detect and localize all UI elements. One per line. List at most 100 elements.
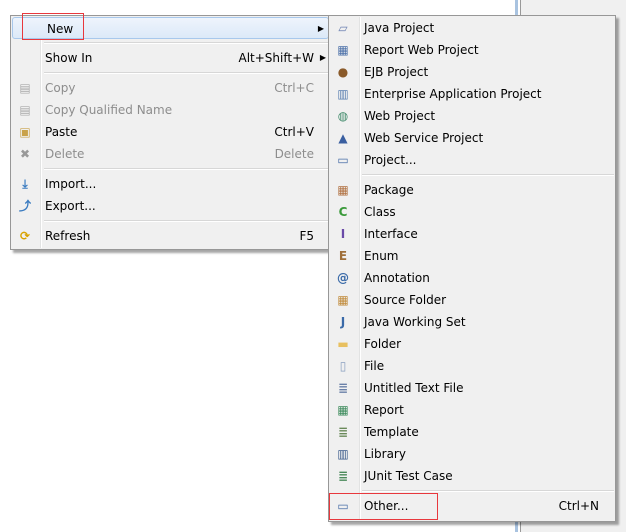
menu-item-label: Folder — [364, 337, 402, 351]
menu-item-label: Enterprise Application Project — [364, 87, 542, 101]
template-icon: ≣ — [337, 425, 349, 439]
menu-item-report[interactable]: ▦ Report — [329, 399, 615, 421]
source-folder-icon: ▦ — [337, 293, 349, 307]
menu-item-interface[interactable]: I Interface — [329, 223, 615, 245]
menu-separator — [11, 39, 330, 47]
shortcut-label: Ctrl+C — [274, 81, 314, 95]
menu-item-ejb-project[interactable]: ● EJB Project — [329, 61, 615, 83]
menu-item-web-service-project[interactable]: ▲ Web Service Project — [329, 127, 615, 149]
report-web-project-icon: ▦ — [337, 43, 349, 57]
shortcut-label: Ctrl+N — [558, 499, 599, 513]
menu-item-label: Source Folder — [364, 293, 447, 307]
menu-item-annotation[interactable]: @ Annotation — [329, 267, 615, 289]
menu-item-refresh[interactable]: ⟳ Refresh F5 — [11, 225, 330, 247]
menu-item-package[interactable]: ▦ Package — [329, 179, 615, 201]
menu-item-label: Class — [364, 205, 396, 219]
menu-item-label: Report — [364, 403, 404, 417]
menu-item-untitled-text-file[interactable]: ≣ Untitled Text File — [329, 377, 615, 399]
menu-item-enum[interactable]: E Enum — [329, 245, 615, 267]
web-service-project-icon: ▲ — [338, 131, 348, 145]
menu-item-label: Package — [364, 183, 414, 197]
menu-item-label: Copy Qualified Name — [45, 103, 173, 117]
shortcut-label: F5 — [299, 229, 314, 243]
menu-item-label: Project... — [364, 153, 417, 167]
menu-item-label: Java Project — [364, 21, 435, 35]
menu-item-project[interactable]: ▭ Project... — [329, 149, 615, 171]
menu-item-label: Import... — [45, 177, 97, 191]
ejb-project-icon: ● — [337, 65, 349, 79]
package-icon: ▦ — [337, 183, 349, 197]
menu-separator — [11, 165, 330, 173]
menu-item-java-project[interactable]: ▱ Java Project — [329, 17, 615, 39]
new-submenu: ▱ Java Project ▦ Report Web Project ● EJB Pro… — [328, 15, 616, 522]
file-icon: ▯ — [339, 359, 347, 373]
shortcut-label: Alt+Shift+W — [238, 51, 315, 65]
menu-item-label: Web Project — [364, 109, 436, 123]
menu-item-java-working-set[interactable]: J Java Working Set — [329, 311, 615, 333]
folder-icon: ▬ — [337, 337, 349, 351]
menu-item-report-web-project[interactable]: ▦ Report Web Project — [329, 39, 615, 61]
copy-icon: ▤ — [19, 81, 31, 95]
menu-item-label: Untitled Text File — [364, 381, 464, 395]
menu-item-template[interactable]: ≣ Template — [329, 421, 615, 443]
library-icon: ▥ — [337, 447, 349, 461]
menu-item-label: EJB Project — [364, 65, 429, 79]
web-project-icon: ◍ — [337, 109, 349, 123]
menu-item-export[interactable]: ⤴ Export... — [11, 195, 330, 217]
menu-item-copy-qualified-name[interactable]: ▤ Copy Qualified Name — [11, 99, 330, 121]
menu-item-label: Report Web Project — [364, 43, 479, 57]
menu-item-junit-test-case[interactable]: ≣ JUnit Test Case — [329, 465, 615, 487]
project-icon: ▭ — [337, 153, 349, 167]
menu-item-label: Template — [364, 425, 419, 439]
delete-icon: ✖ — [19, 147, 31, 161]
menu-item-delete[interactable]: ✖ Delete Delete — [11, 143, 330, 165]
java-project-icon: ▱ — [338, 21, 348, 35]
menu-item-paste[interactable]: ▣ Paste Ctrl+V — [11, 121, 330, 143]
menu-item-label: Delete — [45, 147, 85, 161]
menu-item-label: Java Working Set — [364, 315, 466, 329]
untitled-text-file-icon: ≣ — [337, 381, 349, 395]
menu-item-label: Web Service Project — [364, 131, 484, 145]
menu-item-class[interactable]: C Class — [329, 201, 615, 223]
menu-item-label: Refresh — [45, 229, 91, 243]
class-icon: C — [338, 205, 348, 219]
menu-item-label: Show In — [45, 51, 93, 65]
import-icon: ⤓ — [22, 177, 28, 191]
menu-item-import[interactable]: ⤓ Import... — [11, 173, 330, 195]
menu-item-library[interactable]: ▥ Library — [329, 443, 615, 465]
menu-item-web-project[interactable]: ◍ Web Project — [329, 105, 615, 127]
menu-item-file[interactable]: ▯ File — [329, 355, 615, 377]
interface-icon: I — [340, 227, 346, 241]
menu-item-enterprise-application-project[interactable]: ▥ Enterprise Application Project — [329, 83, 615, 105]
enum-icon: E — [338, 249, 348, 263]
paste-icon: ▣ — [19, 125, 31, 139]
export-icon: ⤴ — [18, 199, 31, 213]
submenu-arrow-icon: ▶ — [319, 53, 326, 62]
menu-item-source-folder[interactable]: ▦ Source Folder — [329, 289, 615, 311]
enterprise-application-project-icon: ▥ — [337, 87, 349, 101]
annotation-icon: @ — [337, 271, 349, 285]
menu-item-copy[interactable]: ▤ Copy Ctrl+C — [11, 77, 330, 99]
menu-item-folder[interactable]: ▬ Folder — [329, 333, 615, 355]
copy-qualified-name-icon: ▤ — [19, 103, 31, 117]
menu-separator — [11, 69, 330, 77]
menu-item-label: Copy — [45, 81, 76, 95]
menu-item-show-in[interactable]: Show In Alt+Shift+W ▶ — [11, 47, 330, 69]
menu-item-label: Export... — [45, 199, 96, 213]
menu-item-label: Enum — [364, 249, 399, 263]
menu-item-label: Library — [364, 447, 406, 461]
java-working-set-icon: J — [340, 315, 346, 329]
shortcut-label: Ctrl+V — [274, 125, 314, 139]
menu-item-label: Paste — [45, 125, 78, 139]
menu-item-label: Annotation — [364, 271, 430, 285]
menu-separator — [329, 171, 615, 179]
submenu-arrow-icon: ▶ — [317, 24, 324, 33]
shortcut-label: Delete — [274, 147, 314, 161]
menu-separator — [11, 217, 330, 225]
menu-item-label: Interface — [364, 227, 418, 241]
context-menu: New ▶ Show In Alt+Shift+W ▶ ▤ Copy Ctrl+C ▤ Copy … — [10, 15, 331, 250]
menu-item-label: JUnit Test Case — [364, 469, 453, 483]
annotation-box-other — [329, 493, 438, 520]
refresh-icon: ⟳ — [19, 229, 31, 243]
report-icon: ▦ — [337, 403, 349, 417]
